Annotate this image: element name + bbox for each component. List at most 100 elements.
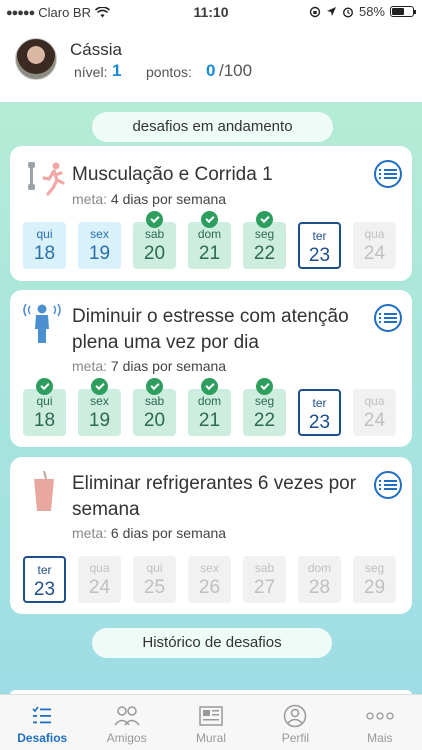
level-label: nível: — [74, 64, 108, 80]
day-number: 20 — [143, 243, 166, 264]
checkmark-icon — [201, 211, 218, 228]
day-sab-20[interactable]: sab 20 — [133, 378, 176, 436]
avatar[interactable] — [15, 38, 57, 80]
tab-amigos[interactable]: Amigos — [84, 695, 168, 750]
day-number: 24 — [363, 243, 386, 264]
checkmark-icon — [201, 378, 218, 395]
day-name: qui — [36, 394, 53, 408]
challenge-card[interactable]: Eliminar refrigerantes 6 vezes por seman… — [10, 457, 412, 614]
day-dom-21[interactable]: dom 21 — [188, 211, 231, 269]
day-dom-21[interactable]: dom 21 — [188, 378, 231, 436]
location-icon — [326, 7, 336, 16]
day-ter-23[interactable]: ter 23 — [298, 389, 341, 436]
day-qua-24[interactable]: qua 24 — [353, 389, 396, 436]
day-ter-23[interactable]: ter 23 — [298, 222, 341, 269]
day-number: 23 — [33, 579, 56, 600]
day-qui-25[interactable]: qui 25 — [133, 556, 176, 603]
tab-perfil[interactable]: Perfil — [253, 695, 337, 750]
day-number: 23 — [308, 245, 331, 266]
day-number: 25 — [143, 577, 166, 598]
day-sex-19[interactable]: sex 19 — [78, 222, 121, 269]
challenge-goal: meta: 4 dias por semana — [72, 191, 227, 207]
challenge-details-button[interactable] — [374, 160, 402, 188]
challenge-details-button[interactable] — [374, 471, 402, 499]
day-name: qua — [364, 227, 385, 241]
day-number: 24 — [88, 577, 111, 598]
day-sab-27[interactable]: sab 27 — [243, 556, 286, 603]
day-qui-18[interactable]: qui 18 — [23, 222, 66, 269]
meditation-person-icon — [20, 302, 70, 346]
day-qua-24[interactable]: qua 24 — [78, 556, 121, 603]
day-qui-18[interactable]: qui 18 — [23, 378, 66, 436]
day-seg-29[interactable]: seg 29 — [353, 556, 396, 603]
day-dom-28[interactable]: dom 28 — [298, 556, 341, 603]
challenge-card[interactable]: Diminuir o estresse com atenção plena um… — [10, 290, 412, 447]
day-seg-22[interactable]: seg 22 — [243, 211, 286, 269]
day-name: qui — [146, 561, 163, 575]
tab-label: Mural — [196, 731, 227, 745]
history-button[interactable]: Histórico de desafios — [92, 628, 332, 658]
day-name: ter — [37, 563, 52, 577]
day-sex-19[interactable]: sex 19 — [78, 378, 121, 436]
day-seg-22[interactable]: seg 22 — [243, 378, 286, 436]
day-qua-24[interactable]: qua 24 — [353, 222, 396, 269]
day-number: 24 — [363, 410, 386, 431]
points-value: 0 — [206, 61, 216, 80]
day-number: 26 — [198, 577, 221, 598]
challenges-area[interactable]: desafios em andamento Musculação e Corri… — [0, 102, 422, 694]
challenge-details-button[interactable] — [374, 304, 402, 332]
people-icon — [84, 703, 168, 729]
day-number: 20 — [143, 410, 166, 431]
day-name: qui — [36, 227, 53, 241]
user-name: Cássia — [70, 40, 122, 59]
day-name: sex — [90, 394, 109, 408]
soda-cup-icon — [20, 469, 70, 513]
day-number: 23 — [308, 412, 331, 433]
tab-mais[interactable]: Mais — [338, 695, 422, 750]
day-number: 21 — [198, 243, 221, 264]
day-name: seg — [254, 227, 275, 241]
day-number: 22 — [253, 243, 276, 264]
day-name: qua — [89, 561, 110, 575]
dumbbell-running-icon — [20, 158, 70, 202]
tab-desafios[interactable]: Desafios — [0, 695, 84, 750]
day-number: 29 — [363, 577, 386, 598]
day-number: 21 — [198, 410, 221, 431]
challenge-card[interactable]: Musculação e Corrida 1 meta: 4 dias por … — [10, 146, 412, 281]
day-name: ter — [312, 229, 327, 243]
challenge-title: Musculação e Corrida 1 — [72, 164, 273, 185]
day-sex-26[interactable]: sex 26 — [188, 556, 231, 603]
tab-bar: Desafios Amigos Mural Perfil Mais — [0, 694, 422, 750]
day-number: 18 — [33, 410, 56, 431]
checklist-icon — [0, 703, 84, 729]
day-ter-23[interactable]: ter 23 — [23, 556, 66, 603]
day-name: seg — [364, 561, 385, 575]
day-number: 27 — [253, 577, 276, 598]
profile-icon — [253, 703, 337, 729]
checkmark-icon — [256, 378, 273, 395]
checkmark-icon — [36, 378, 53, 395]
tab-label: Desafios — [17, 731, 68, 745]
level-value: 1 — [112, 61, 122, 80]
challenge-title: Diminuir o estresse com atenção plena um… — [72, 306, 349, 353]
section-title: desafios em andamento — [92, 112, 333, 142]
challenge-title: Eliminar refrigerantes 6 vezes por seman… — [72, 473, 357, 520]
day-number: 18 — [33, 243, 56, 264]
day-name: dom — [307, 561, 332, 575]
rotation-lock-icon — [309, 6, 321, 17]
day-number: 19 — [88, 243, 111, 264]
tab-mural[interactable]: Mural — [169, 695, 253, 750]
day-name: dom — [197, 394, 222, 408]
checkmark-icon — [91, 378, 108, 395]
day-name: dom — [197, 227, 222, 241]
day-number: 19 — [88, 410, 111, 431]
newspaper-icon — [169, 703, 253, 729]
tab-label: Amigos — [106, 731, 147, 745]
day-number: 22 — [253, 410, 276, 431]
alarm-icon — [342, 6, 353, 18]
day-sab-20[interactable]: sab 20 — [133, 211, 176, 269]
day-name: sex — [90, 227, 109, 241]
status-bar: ●●●●● Claro BR 11:10 58% — [0, 0, 422, 24]
day-tracker: qui 18 sex 19 sab 20 dom 21 seg 22 ter 23 qua 24 — [23, 378, 396, 436]
day-name: sex — [200, 561, 219, 575]
